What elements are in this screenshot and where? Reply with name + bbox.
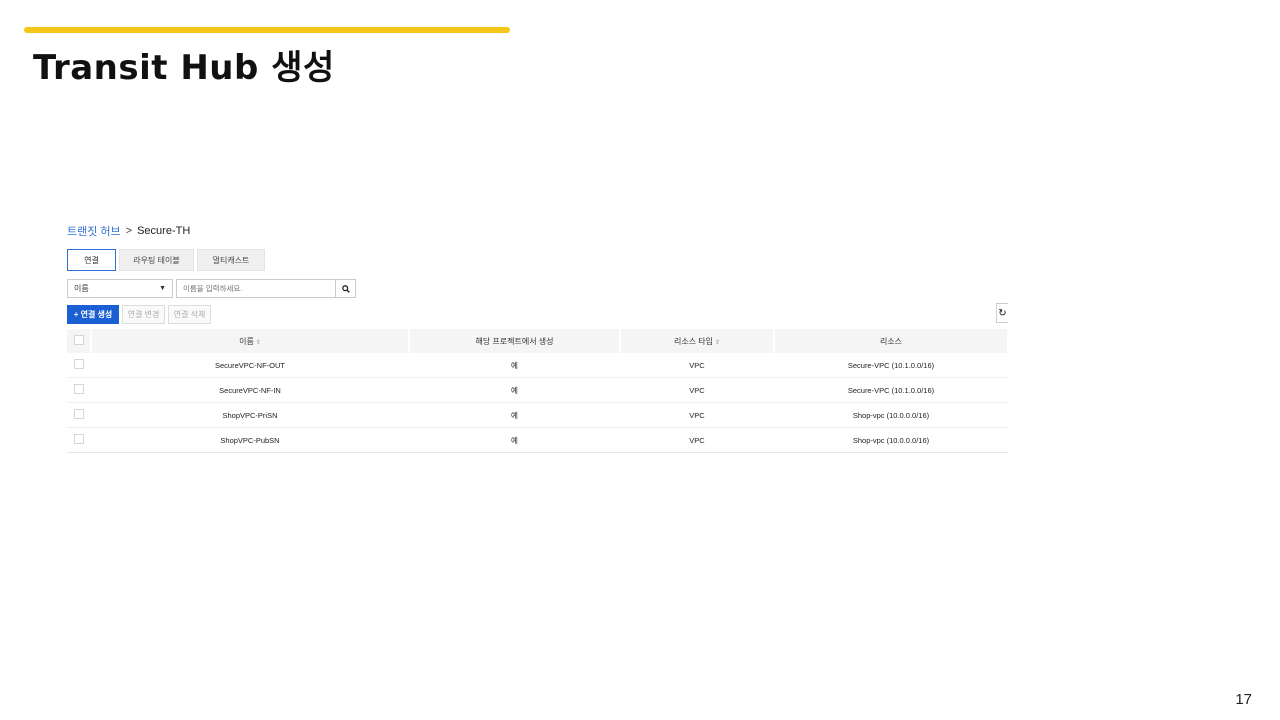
breadcrumb-current: Secure-TH (137, 225, 191, 237)
action-row: + 연결 생성 연결 변경 연결 삭제 ↻ (67, 303, 1008, 324)
tab-multicast[interactable]: 멀티캐스트 (197, 249, 265, 271)
cell-resource-type: VPC (620, 353, 774, 378)
row-checkbox-cell (67, 427, 91, 453)
row-checkbox[interactable] (74, 434, 84, 444)
row-checkbox[interactable] (74, 384, 84, 394)
delete-connection-button[interactable]: 연결 삭제 (168, 305, 211, 324)
cell-name: SecureVPC-NF-OUT (91, 353, 409, 378)
sort-icon: ⇕ (255, 339, 261, 346)
select-all-checkbox-cell (67, 329, 92, 353)
cell-resource-type: VPC (620, 377, 774, 403)
cell-created-here: 예 (409, 377, 620, 403)
cell-name: ShopVPC-PriSN (91, 402, 409, 428)
cell-resource: Shop-vpc (10.0.0.0/16) (774, 402, 1008, 428)
row-checkbox-cell (67, 353, 91, 378)
page-number: 17 (1235, 691, 1252, 708)
connections-table: 이름 ⇕ 해당 프로젝트에서 생성 리소스 타입 ⇕ 리소스 SecureVPC-N… (67, 329, 1009, 453)
cell-created-here: 예 (409, 427, 620, 453)
table-row[interactable]: ShopVPC-PriSN 예 VPC Shop-vpc (10.0.0.0/1… (67, 402, 1008, 428)
cell-resource-type: VPC (620, 427, 774, 453)
create-connection-button[interactable]: + 연결 생성 (67, 305, 119, 324)
cell-created-here: 예 (409, 402, 620, 428)
row-checkbox[interactable] (74, 409, 84, 419)
cell-name: ShopVPC-PubSN (91, 427, 409, 453)
table-row[interactable]: SecureVPC-NF-OUT 예 VPC Secure-VPC (10.1.… (67, 353, 1008, 378)
caret-down-icon: ▼ (159, 285, 166, 292)
column-header-created-here: 해당 프로젝트에서 생성 (409, 329, 621, 353)
table-row[interactable]: SecureVPC-NF-IN 예 VPC Secure-VPC (10.1.0… (67, 377, 1008, 403)
column-header-resource: 리소스 (774, 329, 1009, 353)
cell-resource: Shop-vpc (10.0.0.0/16) (774, 427, 1008, 453)
slide-title: Transit Hub 생성 (33, 48, 335, 88)
breadcrumb: 트랜짓 허브 > Secure-TH (67, 220, 1008, 242)
filter-field-value: 이름 (74, 284, 89, 293)
breadcrumb-link-transit-hub[interactable]: 트랜짓 허브 (67, 223, 121, 239)
search-input[interactable] (176, 279, 336, 298)
tab-routing-table[interactable]: 라우팅 테이블 (119, 249, 194, 271)
cell-resource-type: VPC (620, 402, 774, 428)
search-icon (341, 284, 350, 293)
refresh-icon[interactable]: ↻ (996, 303, 1008, 323)
row-checkbox-cell (67, 377, 91, 403)
tab-connection[interactable]: 연결 (67, 249, 116, 271)
sort-icon: ⇕ (715, 339, 721, 346)
table-row[interactable]: ShopVPC-PubSN 예 VPC Shop-vpc (10.0.0.0/1… (67, 427, 1008, 453)
filter-row: 이름 ▼ (67, 279, 1008, 298)
row-checkbox-cell (67, 402, 91, 428)
search-button[interactable] (336, 279, 356, 298)
select-all-checkbox[interactable] (73, 335, 84, 345)
tab-bar: 연결 라우팅 테이블 멀티캐스트 (67, 249, 1008, 271)
cell-created-here: 예 (409, 353, 620, 378)
console-screenshot: 트랜짓 허브 > Secure-TH 연결 라우팅 테이블 멀티캐스트 이름 ▼… (67, 220, 1009, 453)
filter-field-select[interactable]: 이름 ▼ (67, 279, 173, 298)
row-checkbox[interactable] (74, 359, 84, 369)
edit-connection-button[interactable]: 연결 변경 (122, 305, 165, 324)
title-accent-bar (24, 27, 510, 33)
column-header-name[interactable]: 이름 ⇕ (91, 329, 410, 353)
table-header-row: 이름 ⇕ 해당 프로젝트에서 생성 리소스 타입 ⇕ 리소스 (67, 329, 1009, 353)
cell-name: SecureVPC-NF-IN (91, 377, 409, 403)
column-header-resource-type[interactable]: 리소스 타입 ⇕ (620, 329, 775, 353)
cell-resource: Secure-VPC (10.1.0.0/16) (774, 353, 1008, 378)
cell-resource: Secure-VPC (10.1.0.0/16) (774, 377, 1008, 403)
chevron-right-icon: > (125, 225, 133, 237)
